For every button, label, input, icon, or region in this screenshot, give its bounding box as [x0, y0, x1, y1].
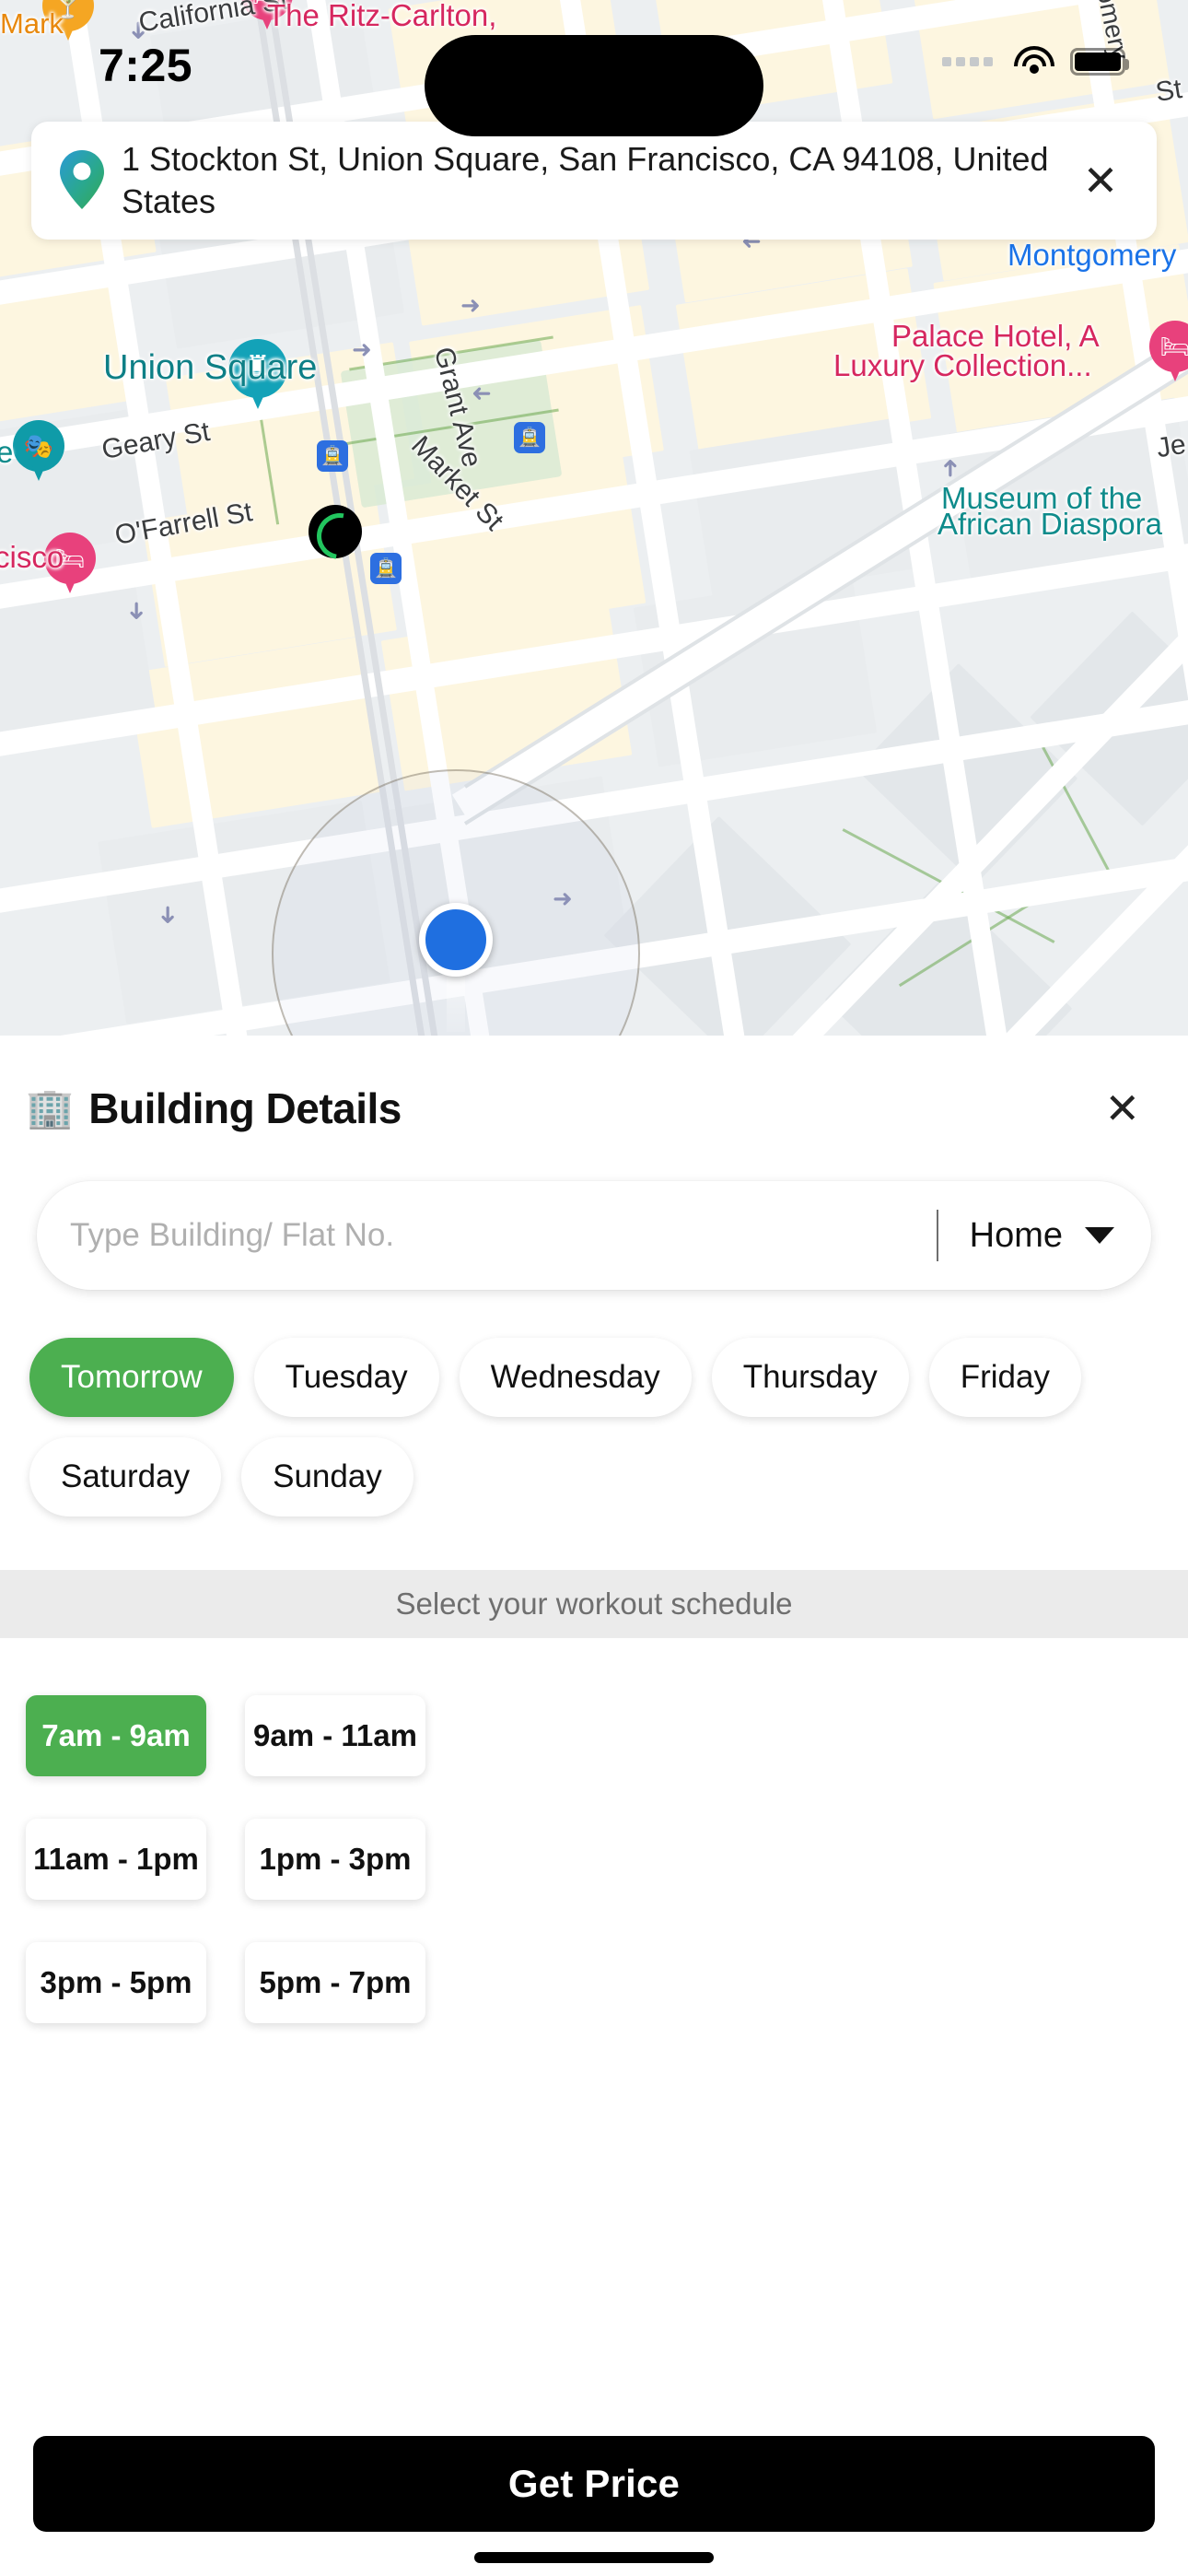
building-input-row: Home [37, 1181, 1151, 1290]
close-icon[interactable]: ✕ [1068, 148, 1133, 213]
status-icons [942, 46, 1129, 77]
day-chip-friday[interactable]: Friday [928, 1338, 1081, 1417]
day-chip-label: Tomorrow [61, 1359, 203, 1395]
address-card[interactable]: 1 Stockton St, Union Square, San Francis… [31, 122, 1157, 240]
phone-screen: ➜ ➜ ➜ ➜ ➜ ➜ ➜ ➜ ➜ ➜ ➜ ➜ ➜ 🚊 🚊 🚊 🍸 🛏 ♜ [0, 0, 1188, 2576]
address-text: 1 Stockton St, Union Square, San Francis… [122, 140, 1049, 220]
time-slot-5pm-7pm[interactable]: 5pm - 7pm [245, 1942, 425, 2023]
one-way-arrow-icon: ➜ [352, 335, 372, 363]
status-time: 7:25 [99, 40, 193, 91]
one-way-arrow-icon: ➜ [460, 291, 481, 319]
time-slot-label: 11am - 1pm [33, 1842, 199, 1876]
time-slot-label: 5pm - 7pm [259, 1965, 412, 1999]
time-slot-3pm-5pm[interactable]: 3pm - 5pm [26, 1942, 206, 2023]
map-pin-hotel[interactable]: 🛏 [1149, 321, 1188, 387]
castle-icon: ♜ [245, 351, 271, 381]
time-slot-7am-9am[interactable]: 7am - 9am [26, 1695, 206, 1776]
loading-spinner-puck [309, 505, 362, 558]
day-chip-wednesday[interactable]: Wednesday [459, 1338, 692, 1417]
bed-icon: 🛏 [1159, 333, 1188, 360]
day-chip-label: Sunday [273, 1458, 382, 1494]
sheet-header: 🏢 Building Details ✕ [0, 1036, 1188, 1133]
time-slot-label: 1pm - 3pm [259, 1842, 412, 1876]
cta-container: Get Price [0, 2436, 1188, 2576]
building-flat-input[interactable] [37, 1217, 933, 1254]
day-chip-tomorrow[interactable]: Tomorrow [29, 1338, 234, 1417]
battery-full-icon [1070, 48, 1129, 76]
bed-icon: 🛏 [54, 544, 86, 572]
signal-dots-icon [942, 57, 993, 66]
one-way-arrow-icon: ➜ [154, 905, 182, 925]
time-slot-label: 7am - 9am [41, 1718, 191, 1752]
day-chip-label: Friday [960, 1359, 1050, 1395]
day-chip-label: Thursday [742, 1359, 878, 1395]
map-pin-theater[interactable]: 🎭 [13, 420, 64, 486]
time-slot-label: 9am - 11am [253, 1718, 417, 1752]
dynamic-island [425, 35, 763, 136]
chevron-down-icon [1085, 1227, 1114, 1244]
time-slot-label: 3pm - 5pm [40, 1965, 192, 1999]
schedule-banner: Select your workout schedule [0, 1570, 1188, 1638]
one-way-arrow-icon: ➜ [122, 601, 151, 621]
status-bar: 7:25 [0, 0, 1188, 136]
close-icon[interactable]: ✕ [1093, 1087, 1151, 1130]
wifi-icon [1013, 46, 1055, 77]
day-chip-saturday[interactable]: Saturday [29, 1437, 222, 1516]
building-details-sheet: 🏢 Building Details ✕ Home Tomorrow Tuesd… [0, 1036, 1188, 2576]
input-divider [936, 1210, 938, 1261]
building-icon: 🏢 [26, 1086, 75, 1130]
transit-station-icon[interactable]: 🚊 [514, 422, 545, 453]
one-way-arrow-icon: ➜ [935, 458, 963, 478]
day-selector: Tomorrow Tuesday Wednesday Thursday Frid… [29, 1338, 1159, 1516]
location-pin-icon [55, 148, 109, 213]
get-price-button[interactable]: Get Price [33, 2436, 1155, 2532]
theater-masks-icon: 🎭 [23, 432, 54, 460]
day-chip-tuesday[interactable]: Tuesday [253, 1338, 439, 1417]
day-chip-label: Tuesday [285, 1359, 408, 1395]
map-pin-union-square[interactable]: ♜ [228, 339, 287, 415]
current-location-dot [419, 903, 493, 977]
transit-station-icon[interactable]: 🚊 [370, 553, 402, 584]
address-label-select[interactable]: Home [942, 1216, 1151, 1256]
map-pin-hotel[interactable]: 🛏 [44, 533, 96, 599]
time-slot-11am-1pm[interactable]: 11am - 1pm [26, 1819, 206, 1900]
day-chip-label: Wednesday [490, 1359, 660, 1395]
time-slot-grid: 7am - 9am 9am - 11am 11am - 1pm 1pm - 3p… [26, 1695, 1188, 2023]
address-label-value: Home [969, 1215, 1063, 1255]
page-title: Building Details [88, 1084, 402, 1132]
time-slot-1pm-3pm[interactable]: 1pm - 3pm [245, 1819, 425, 1900]
day-chip-label: Saturday [61, 1458, 191, 1494]
day-chip-sunday[interactable]: Sunday [241, 1437, 413, 1516]
home-indicator [474, 2552, 714, 2563]
time-slot-9am-11am[interactable]: 9am - 11am [245, 1695, 425, 1776]
day-chip-thursday[interactable]: Thursday [711, 1338, 909, 1417]
one-way-arrow-icon: ➜ [472, 381, 492, 408]
transit-station-icon[interactable]: 🚊 [317, 440, 348, 472]
